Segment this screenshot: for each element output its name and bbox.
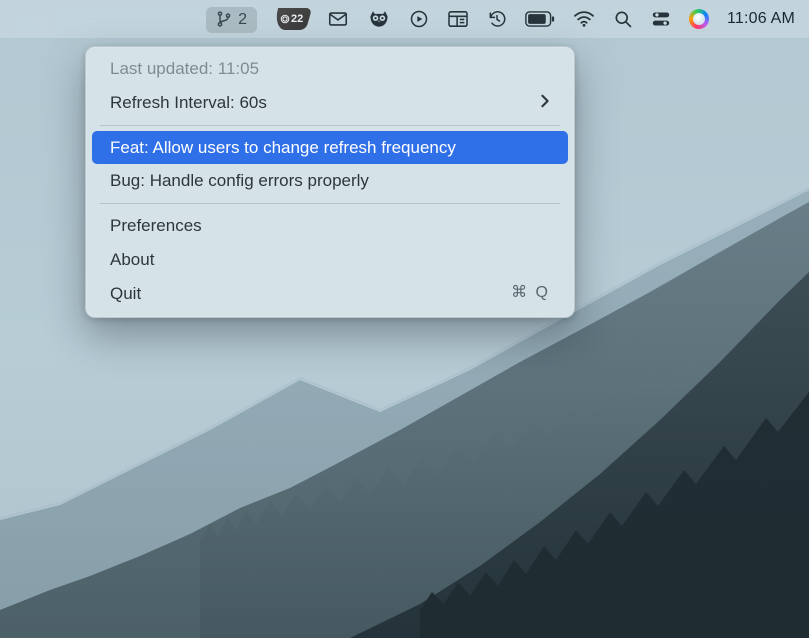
- mail-menubar-item[interactable]: [327, 0, 349, 38]
- badge-count: 22: [291, 13, 303, 25]
- owl-menubar-item[interactable]: [367, 0, 391, 38]
- time-machine-menubar-item[interactable]: [487, 0, 507, 38]
- siri-menubar-item[interactable]: [689, 0, 709, 38]
- refresh-interval-item[interactable]: Refresh Interval: 60s: [92, 86, 568, 120]
- preferences-item[interactable]: Preferences: [92, 209, 568, 243]
- quit-shortcut: ⌘ Q: [511, 282, 550, 304]
- git-status-menubar-item[interactable]: 2: [206, 7, 257, 33]
- siri-icon: [689, 9, 709, 29]
- wallet-badge-menubar-item[interactable]: 22: [275, 0, 309, 38]
- menu-bar-clock[interactable]: 11:06 AM: [727, 0, 795, 38]
- play-menubar-item[interactable]: [409, 0, 429, 38]
- menu-separator: [100, 203, 560, 204]
- control-center-icon: [651, 10, 671, 28]
- owl-icon: [367, 8, 391, 30]
- pr-item-feat[interactable]: Feat: Allow users to change refresh freq…: [92, 131, 568, 165]
- control-center-menubar-item[interactable]: [651, 0, 671, 38]
- quit-item[interactable]: Quit ⌘ Q: [92, 277, 568, 311]
- git-branch-icon: [216, 11, 232, 30]
- pr-item-bug[interactable]: Bug: Handle config errors properly: [92, 164, 568, 198]
- wallet-badge-icon: 22: [272, 8, 312, 30]
- battery-menubar-item[interactable]: [525, 0, 555, 38]
- last-updated-label: Last updated: 11:05: [92, 52, 568, 86]
- about-item[interactable]: About: [92, 243, 568, 277]
- play-circle-icon: [409, 9, 429, 29]
- menu-separator: [100, 125, 560, 126]
- spotlight-menubar-item[interactable]: [613, 0, 633, 38]
- git-count: 2: [238, 11, 247, 29]
- mail-icon: [327, 8, 349, 30]
- status-dropdown-menu: Last updated: 11:05 Refresh Interval: 60…: [85, 46, 575, 318]
- window-layout-menubar-item[interactable]: [447, 0, 469, 38]
- wifi-menubar-item[interactable]: [573, 0, 595, 38]
- time-machine-icon: [487, 9, 507, 29]
- menu-bar: 2 22: [0, 0, 809, 38]
- refresh-interval-label: Refresh Interval: 60s: [110, 91, 267, 115]
- battery-icon: [525, 11, 555, 27]
- chevron-right-icon: [540, 91, 550, 115]
- search-icon: [613, 9, 633, 29]
- window-layout-icon: [447, 10, 469, 28]
- wifi-icon: [573, 10, 595, 28]
